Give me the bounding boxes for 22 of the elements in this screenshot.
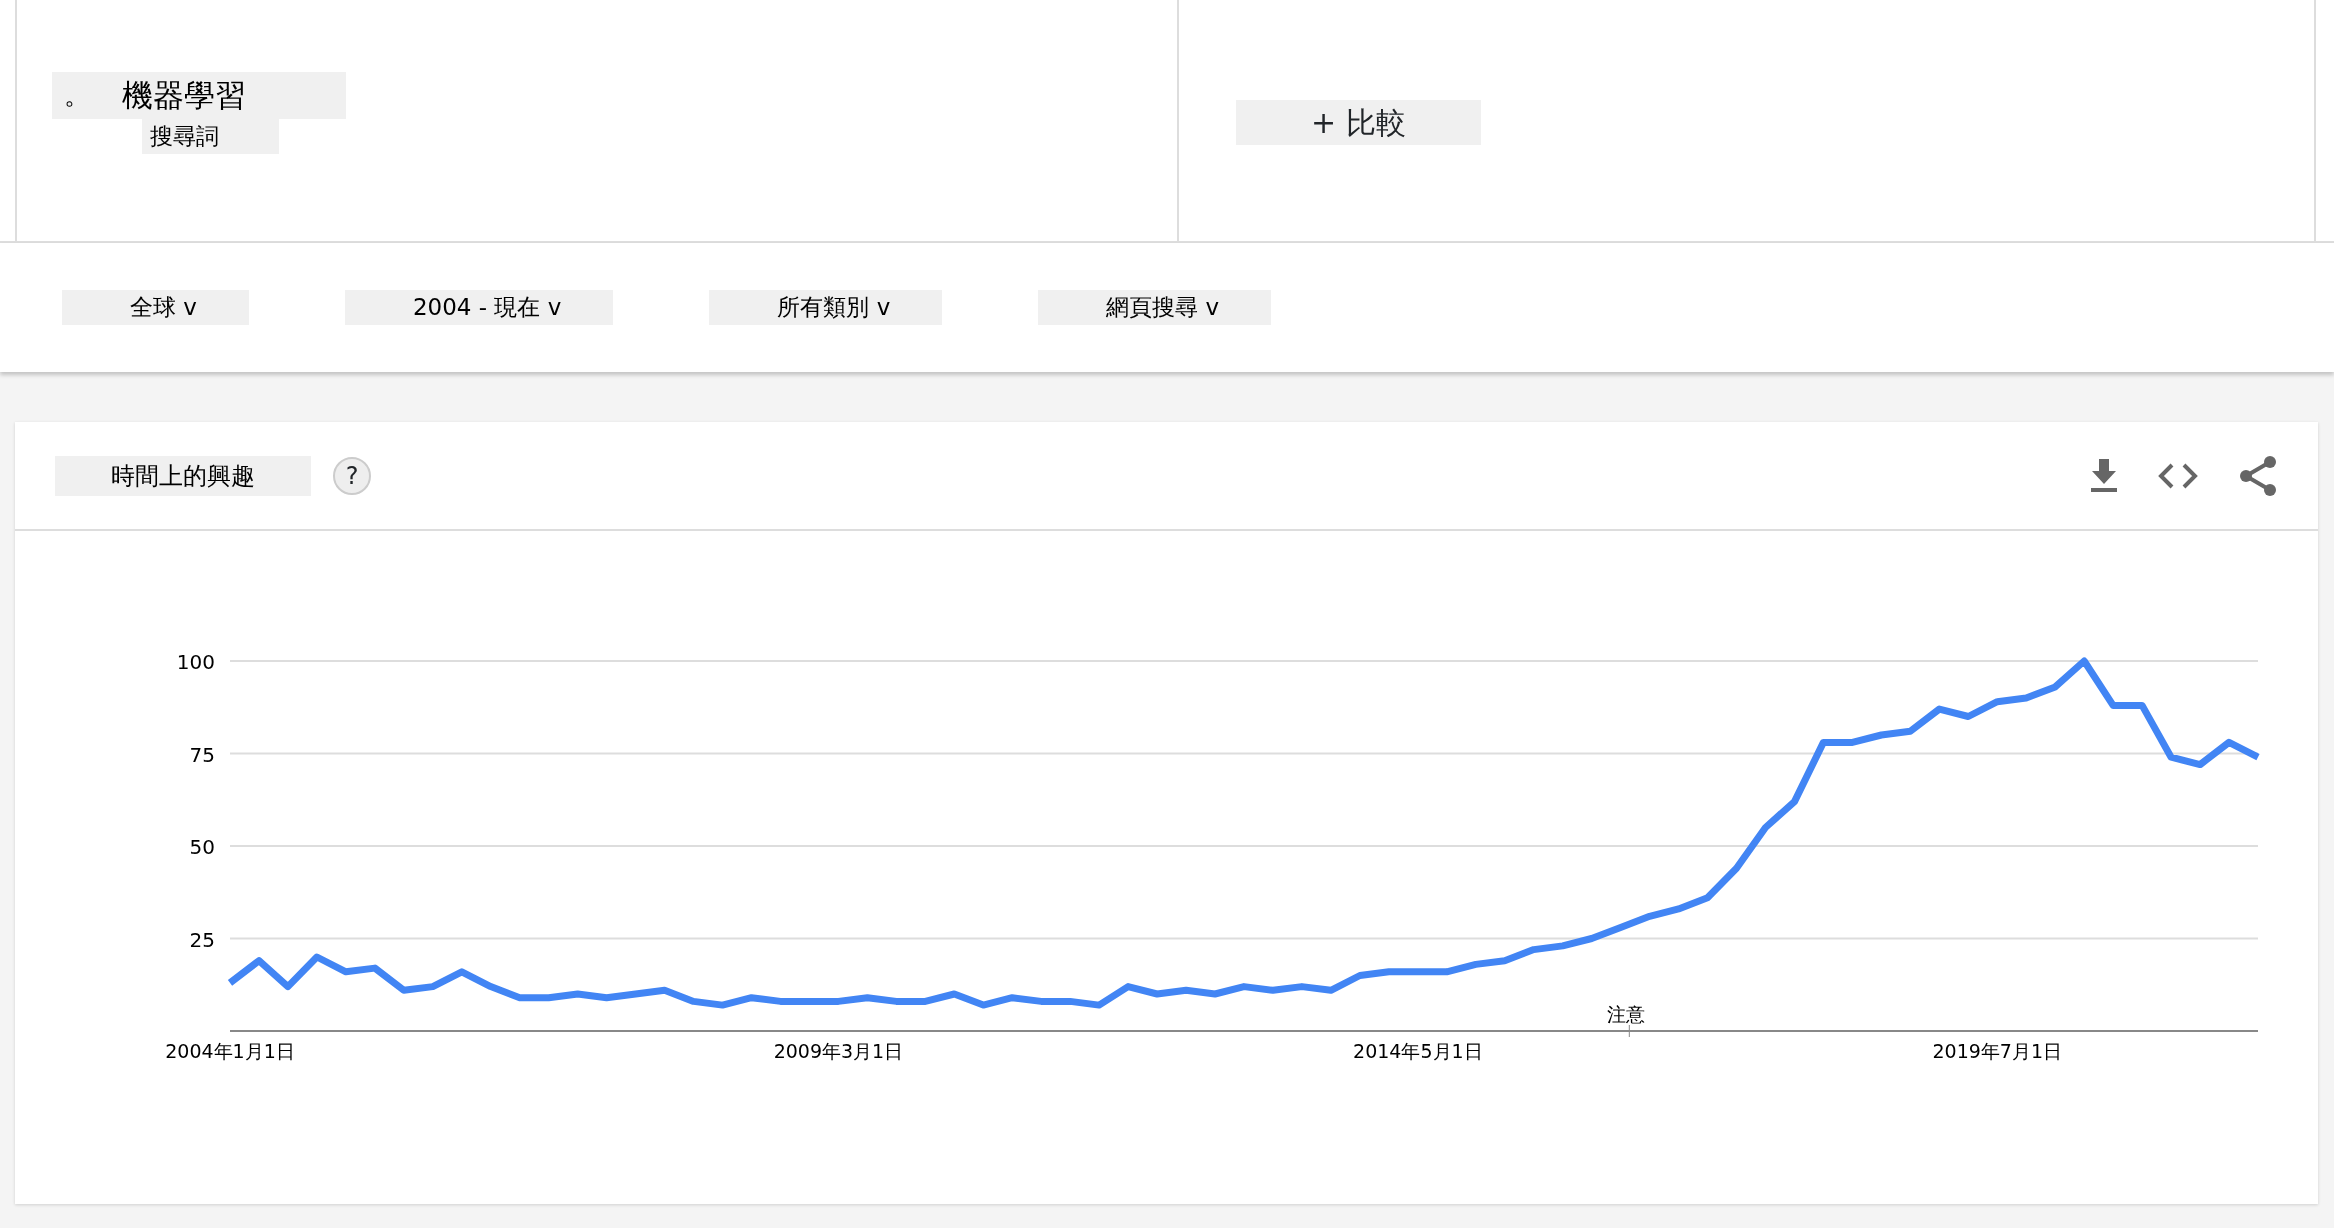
x-axis-label: 2004年1月1日 <box>165 1040 295 1062</box>
search-term: 機器學習 <box>102 72 346 119</box>
help-button[interactable]: ? <box>333 456 371 495</box>
filter-dropdown[interactable]: 2004 - 現在 v <box>344 290 614 325</box>
share-icon[interactable] <box>2238 454 2278 497</box>
term-subtitle: 搜尋詞 <box>142 119 279 154</box>
filter-dropdown[interactable]: 全球 v <box>62 290 249 325</box>
filter-dropdown[interactable]: 網頁搜尋 v <box>1038 290 1272 325</box>
y-axis-label: 50 <box>189 835 215 859</box>
x-axis-label: 2009年3月1日 <box>773 1040 904 1062</box>
compare-button[interactable]: + 比較 <box>1236 100 1481 145</box>
x-axis-label: 2019年7月1日 <box>1932 1040 2062 1062</box>
embed-icon[interactable] <box>2158 462 2198 489</box>
y-axis-label: 100 <box>176 650 215 674</box>
x-axis-label: 2014年5月1日 <box>1353 1040 1483 1062</box>
y-axis-label: 25 <box>189 927 215 952</box>
bullet-mark: 。 <box>52 72 102 119</box>
annotation-label[interactable]: 注意 <box>1607 1003 1646 1025</box>
y-axis-label: 75 <box>189 742 215 767</box>
filter-dropdown[interactable]: 所有類別 v <box>709 290 943 325</box>
download-icon[interactable] <box>2090 458 2118 493</box>
card-title: 時間上的興趣 <box>55 455 311 496</box>
